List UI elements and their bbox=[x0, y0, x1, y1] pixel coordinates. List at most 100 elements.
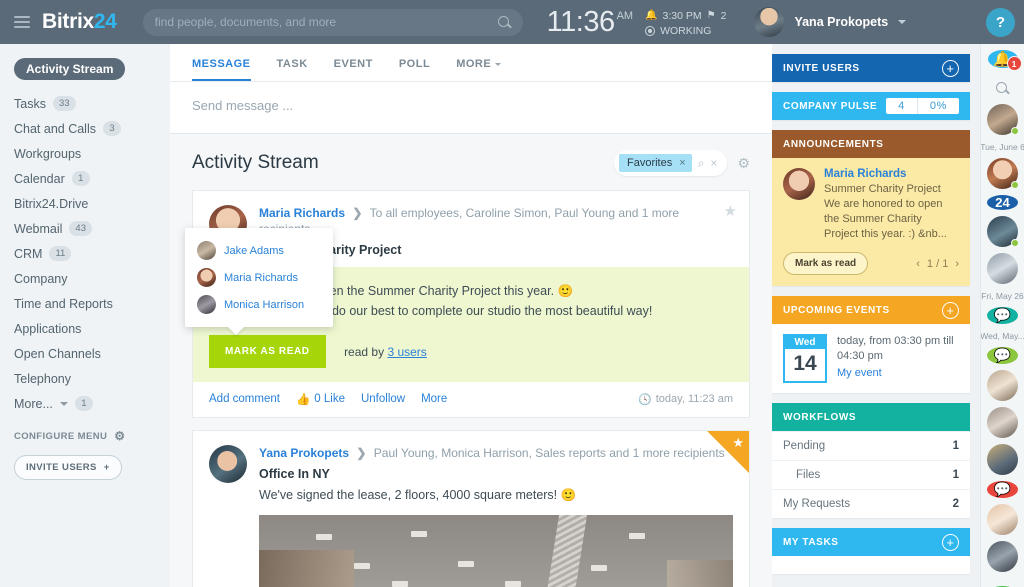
top-bar: Bitrix24 11:36 AM 🔔 3:30 PM ⚑ 2 WORKING … bbox=[0, 0, 1024, 44]
rail-contact-avatar[interactable] bbox=[987, 407, 1018, 438]
add-comment-button[interactable]: Add comment bbox=[209, 393, 280, 405]
unfollow-button[interactable]: Unfollow bbox=[361, 393, 405, 405]
plus-icon[interactable]: + bbox=[942, 534, 959, 551]
avatar[interactable] bbox=[783, 168, 815, 200]
rail-contact-avatar[interactable] bbox=[987, 370, 1018, 401]
filter-chip-favorites[interactable]: Favorites × bbox=[619, 154, 692, 172]
my-tasks-header[interactable]: MY TASKS + bbox=[772, 528, 970, 556]
post-header: Yana Prokopets ❯ Paul Young, Monica Harr… bbox=[259, 445, 733, 461]
global-search[interactable] bbox=[143, 9, 523, 36]
event-link[interactable]: My event bbox=[837, 366, 959, 381]
workflow-row-my-requests[interactable]: My Requests 2 bbox=[772, 489, 970, 518]
event-item[interactable]: Wed 14 today, from 03:30 pm till 04:30 p… bbox=[772, 324, 970, 393]
clear-filter-icon[interactable]: × bbox=[710, 156, 717, 170]
sidebar-item-label: Telephony bbox=[14, 372, 71, 386]
rail-date-separator: Tue, June 6 bbox=[980, 142, 1024, 152]
sidebar-item-bitrix24-drive[interactable]: Bitrix24.Drive bbox=[0, 191, 170, 216]
sidebar-item-tasks[interactable]: Tasks 33 bbox=[0, 91, 170, 116]
widget-invite-users: INVITE USERS + bbox=[772, 54, 970, 82]
user-name: Yana Prokopets bbox=[794, 15, 888, 29]
bitrix24-icon[interactable]: 24 bbox=[987, 195, 1018, 210]
close-icon[interactable]: × bbox=[679, 157, 685, 169]
tab-message[interactable]: MESSAGE bbox=[192, 58, 251, 81]
plus-icon[interactable]: + bbox=[942, 60, 959, 77]
sidebar-item-telephony[interactable]: Telephony bbox=[0, 366, 170, 391]
sidebar-item-crm[interactable]: CRM 11 bbox=[0, 241, 170, 266]
prev-page-icon[interactable]: ‹ bbox=[916, 258, 920, 270]
search-input[interactable] bbox=[155, 15, 498, 29]
tooltip-user-row[interactable]: Maria Richards bbox=[185, 264, 333, 291]
tooltip-user-row[interactable]: Jake Adams bbox=[185, 237, 333, 264]
tab-poll[interactable]: POLL bbox=[399, 58, 430, 81]
message-input[interactable]: Send message ... bbox=[170, 82, 772, 133]
tab-task[interactable]: TASK bbox=[277, 58, 308, 81]
rail-date-separator: Fri, May 26 bbox=[981, 291, 1024, 301]
favorite-star-icon[interactable]: ★ bbox=[724, 202, 737, 220]
workflow-row-pending[interactable]: Pending 1 bbox=[772, 431, 970, 460]
sidebar-item-calendar[interactable]: Calendar 1 bbox=[0, 166, 170, 191]
sidebar-item-open-channels[interactable]: Open Channels bbox=[0, 341, 170, 366]
sidebar-item-chat-and-calls[interactable]: Chat and Calls 3 bbox=[0, 116, 170, 141]
invite-users-header[interactable]: INVITE USERS + bbox=[772, 54, 970, 82]
company-pulse-header[interactable]: COMPANY PULSE 4 0% bbox=[772, 92, 970, 120]
sidebar-item-applications[interactable]: Applications bbox=[0, 316, 170, 341]
hamburger-icon[interactable] bbox=[14, 16, 30, 28]
sidebar-item-time-and-reports[interactable]: Time and Reports bbox=[0, 291, 170, 316]
workflows-header[interactable]: WORKFLOWS bbox=[772, 403, 970, 431]
widget-title: COMPANY PULSE bbox=[783, 101, 877, 112]
main-body: Activity Stream Tasks 33 Chat and Calls … bbox=[0, 44, 1024, 587]
configure-menu-button[interactable]: CONFIGURE MENU ⚙ bbox=[0, 430, 170, 442]
sidebar-item-activity-stream[interactable]: Activity Stream bbox=[0, 56, 170, 81]
announcement-author[interactable]: Maria Richards bbox=[824, 168, 959, 180]
post-more-button[interactable]: More bbox=[421, 393, 447, 405]
rail-contact-avatar[interactable] bbox=[987, 541, 1018, 572]
help-button[interactable]: ? bbox=[986, 8, 1015, 37]
post-author[interactable]: Maria Richards bbox=[259, 206, 345, 220]
upcoming-events-header[interactable]: UPCOMING EVENTS + bbox=[772, 296, 970, 324]
tooltip-user-row[interactable]: Monica Harrison bbox=[185, 291, 333, 318]
announcements-header[interactable]: ANNOUNCEMENTS bbox=[772, 130, 970, 158]
avatar[interactable] bbox=[209, 445, 247, 483]
user-menu[interactable]: Yana Prokopets bbox=[754, 7, 906, 37]
tab-more[interactable]: MORE bbox=[456, 58, 501, 81]
post-image[interactable] bbox=[259, 515, 733, 587]
read-by-users-link[interactable]: 3 users bbox=[387, 345, 426, 359]
app-logo[interactable]: Bitrix24 bbox=[42, 10, 117, 34]
workflow-row-files[interactable]: Files 1 bbox=[772, 460, 970, 489]
clock-widget[interactable]: 11:36 AM bbox=[547, 8, 633, 37]
notifications-bell-icon[interactable]: 🔔 1 bbox=[988, 50, 1018, 68]
pulse-values: 4 0% bbox=[886, 98, 959, 114]
my-tasks-body bbox=[772, 556, 970, 574]
sidebar-item-webmail[interactable]: Webmail 43 bbox=[0, 216, 170, 241]
stream-settings-gear-icon[interactable]: ⚙ bbox=[737, 155, 750, 172]
rail-contact-avatar[interactable] bbox=[987, 444, 1018, 475]
rail-contact-avatar[interactable] bbox=[987, 504, 1018, 535]
sidebar-item-more[interactable]: More... 1 bbox=[0, 391, 170, 416]
like-button[interactable]: 👍 0 Like bbox=[296, 392, 345, 406]
rail-contact-avatar[interactable] bbox=[987, 216, 1018, 247]
post-author[interactable]: Yana Prokopets bbox=[259, 446, 349, 460]
plus-icon[interactable]: + bbox=[942, 302, 959, 319]
mark-as-read-button[interactable]: MARK AS READ bbox=[209, 335, 326, 368]
left-sidebar: Activity Stream Tasks 33 Chat and Calls … bbox=[0, 44, 170, 587]
sidebar-item-label: Workgroups bbox=[14, 147, 81, 161]
open-channel-icon[interactable]: 💬 bbox=[987, 307, 1018, 324]
tab-event[interactable]: EVENT bbox=[334, 58, 373, 81]
sidebar-item-company[interactable]: Company bbox=[0, 266, 170, 291]
next-page-icon[interactable]: › bbox=[955, 258, 959, 270]
page-title: Activity Stream bbox=[192, 152, 604, 174]
add-search-icon[interactable]: ⌕ bbox=[698, 156, 705, 171]
open-channel-icon[interactable]: 💬 bbox=[987, 347, 1018, 364]
announcement-mark-as-read-button[interactable]: Mark as read bbox=[783, 252, 868, 275]
sidebar-item-workgroups[interactable]: Workgroups bbox=[0, 141, 170, 166]
sidebar-item-label: Activity Stream bbox=[14, 58, 125, 80]
sidebar-invite-users-button[interactable]: INVITE USERS + bbox=[14, 455, 122, 480]
open-channel-icon[interactable]: 💬 bbox=[987, 481, 1018, 498]
rail-search-icon[interactable] bbox=[988, 82, 1018, 95]
rail-contact-avatar[interactable] bbox=[987, 104, 1018, 135]
rail-contact-avatar[interactable] bbox=[987, 253, 1018, 284]
alarm-time: 3:30 PM bbox=[663, 10, 702, 22]
plus-icon: + bbox=[104, 462, 110, 473]
rail-contact-avatar[interactable] bbox=[987, 158, 1018, 189]
working-row[interactable]: WORKING bbox=[645, 25, 726, 37]
